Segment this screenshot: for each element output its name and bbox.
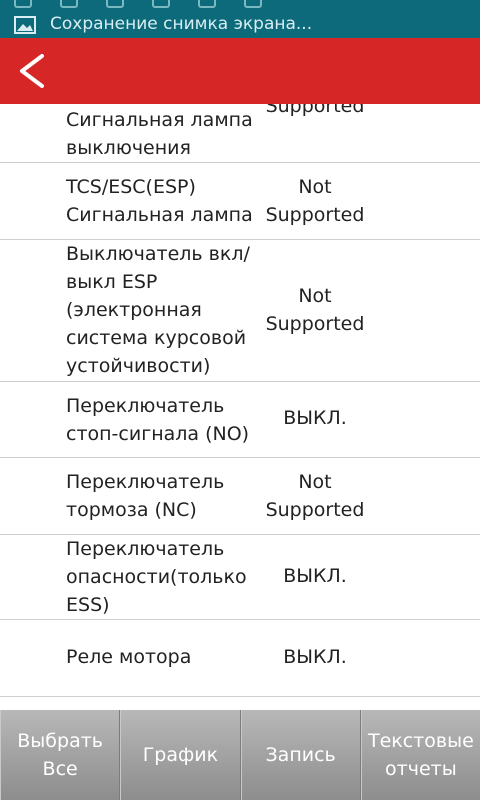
parameter-value: Not Supported bbox=[265, 104, 365, 117]
parameter-name: Переключатель стоп-сигнала (NO) bbox=[66, 395, 250, 445]
list-item: TCS/ESC(ESP) Сигнальная лампа Not Suppor… bbox=[0, 163, 480, 240]
notification-text: Сохранение снимка экрана... bbox=[50, 14, 313, 34]
parameter-value: ВЫКЛ. bbox=[283, 407, 347, 429]
bottom-toolbar: Выбрать Все График Запись Текстовые отче… bbox=[0, 710, 480, 800]
record-button[interactable]: Запись bbox=[240, 710, 361, 800]
status-bar: Сохранение снимка экрана... bbox=[0, 0, 480, 38]
list-item: Переключатель опасности(только ESS) ВЫКЛ… bbox=[0, 535, 480, 620]
list-item: Переключатель тормоза (NC) Not Supported bbox=[0, 458, 480, 535]
back-button[interactable] bbox=[14, 52, 50, 90]
parameter-value: ВЫКЛ. bbox=[283, 565, 347, 587]
text-reports-button[interactable]: Текстовые отчеты bbox=[360, 710, 480, 800]
list-item: Переключатель стоп-сигнала (NO) ВЫКЛ. bbox=[0, 382, 480, 458]
parameter-value: Not Supported bbox=[265, 471, 365, 521]
parameter-name: Сигнальная лампа выключения bbox=[66, 109, 253, 159]
parameter-name: Переключатель тормоза (NC) bbox=[66, 471, 225, 521]
graph-button[interactable]: График bbox=[120, 710, 241, 800]
select-all-button[interactable]: Выбрать Все bbox=[0, 710, 121, 800]
parameter-name: Переключатель опасности(только ESS) bbox=[66, 538, 247, 616]
parameter-name: Реле мотора bbox=[66, 646, 192, 668]
parameter-list[interactable]: Сигнальная лампа выключения Not Supporte… bbox=[0, 104, 480, 710]
parameter-name: TCS/ESC(ESP) Сигнальная лампа bbox=[66, 176, 253, 226]
parameter-value: Not Supported bbox=[265, 176, 365, 226]
parameter-value: ВЫКЛ. bbox=[283, 646, 347, 668]
parameter-value: Not Supported bbox=[265, 285, 365, 335]
app-bar bbox=[0, 38, 480, 104]
chevron-left-icon bbox=[20, 54, 44, 88]
list-item: Выключатель вкл/ выкл ESP (электронная с… bbox=[0, 240, 480, 382]
parameter-name: Выключатель вкл/ выкл ESP (электронная с… bbox=[66, 243, 250, 377]
image-icon bbox=[14, 16, 36, 34]
status-icons bbox=[14, 0, 474, 8]
list-item: Сигнальная лампа выключения Not Supporte… bbox=[0, 104, 480, 163]
list-item: Реле мотора ВЫКЛ. bbox=[0, 620, 480, 697]
